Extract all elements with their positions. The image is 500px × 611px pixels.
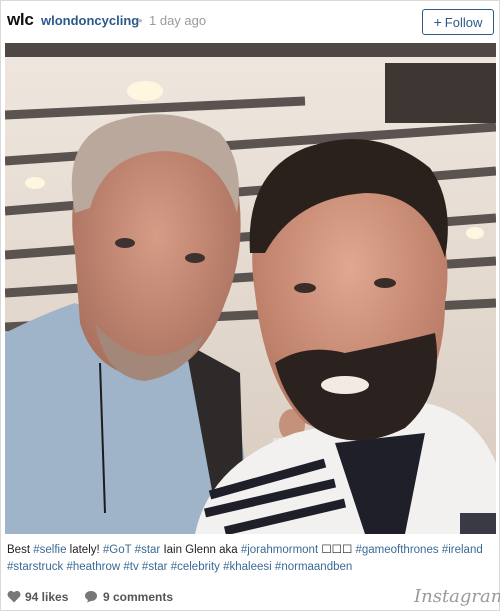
hashtag-link[interactable]: #star [135,544,161,556]
post-time[interactable]: 1 day ago [149,13,206,28]
caption-text: Iain Glenn aka [160,544,241,556]
avatar[interactable]: wlc [7,10,34,30]
comment-bubble-icon[interactable] [84,590,98,603]
instagram-embed: wlc wlondoncycling • 1 day ago + Follow [0,0,500,611]
hashtag-link[interactable]: #ireland [442,544,483,556]
hashtag-link[interactable]: #starstruck [7,561,63,573]
selfie-photo-image [5,43,496,534]
heart-icon[interactable] [7,590,21,603]
hashtag-link[interactable]: #star [142,561,168,573]
hashtag-link[interactable]: #selfie [33,544,66,556]
follow-button[interactable]: + Follow [422,9,494,35]
hashtag-link[interactable]: #GoT [103,544,132,556]
separator-dot: • [138,13,143,28]
post-footer: 94 likes 9 comments Instagram [1,584,500,610]
hashtag-link[interactable]: #khaleesi [223,561,272,573]
post-caption: Best #selfie lately! #GoT #star Iain Gle… [7,542,495,576]
instagram-logo[interactable]: Instagram [414,586,500,607]
follow-label: Follow [444,14,483,30]
post-photo[interactable] [5,43,496,534]
caption-text: lately! [66,544,103,556]
plus-icon: + [433,14,442,30]
hashtag-link[interactable]: #gameofthrones [355,544,438,556]
post-header: wlc wlondoncycling • 1 day ago + Follow [1,1,499,41]
username-link[interactable]: wlondoncycling [41,13,139,28]
likes-count[interactable]: 94 likes [25,590,68,604]
hashtag-link[interactable]: #jorahmormont [241,544,318,556]
hashtag-link[interactable]: #heathrow [66,561,120,573]
hashtag-link[interactable]: #normaandben [275,561,352,573]
comments-count[interactable]: 9 comments [103,590,173,604]
caption-text: ☐☐☐ [318,544,356,556]
hashtag-link[interactable]: #tv [123,561,138,573]
caption-text: Best [7,544,34,556]
hashtag-link[interactable]: #celebrity [171,561,220,573]
